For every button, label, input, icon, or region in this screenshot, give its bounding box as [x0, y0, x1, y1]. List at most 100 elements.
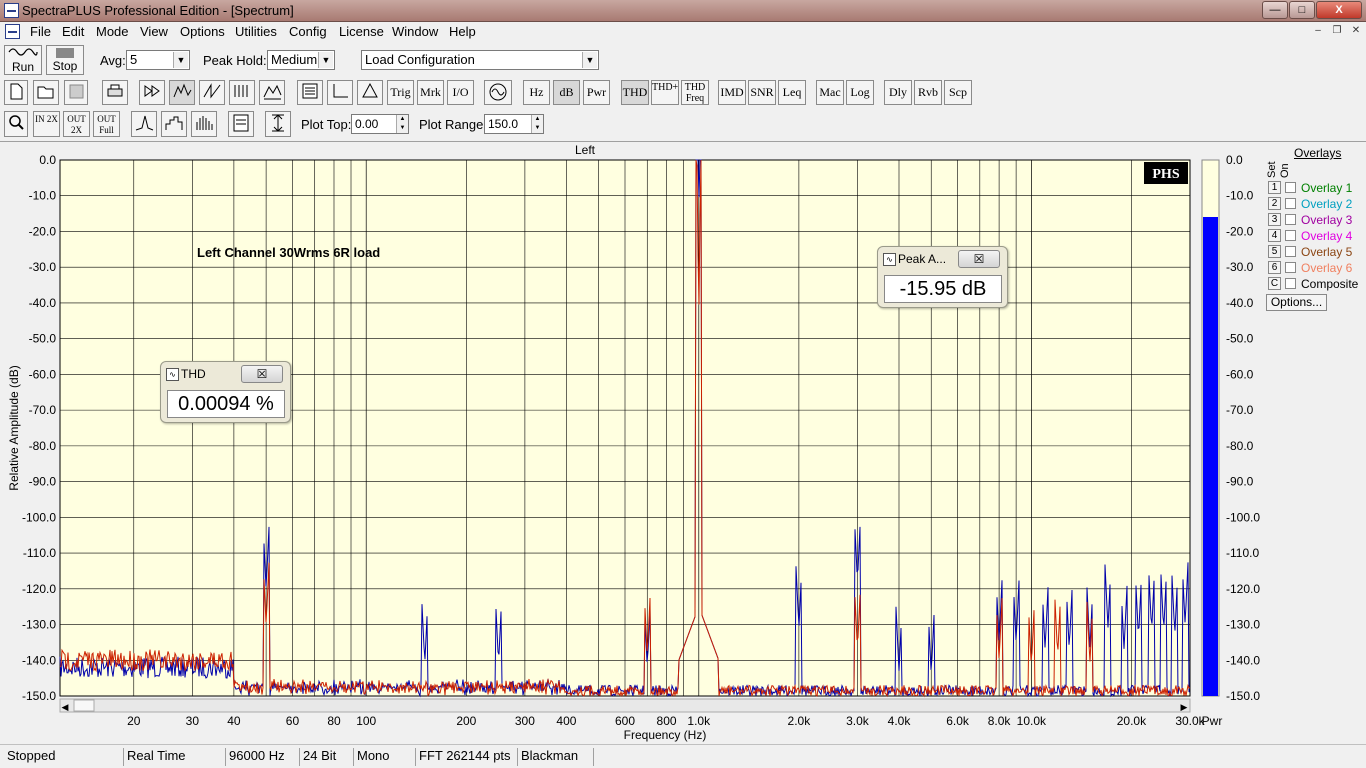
- minimize-button[interactable]: —: [1262, 1, 1288, 19]
- avg-select[interactable]: 5 ▼: [126, 50, 190, 70]
- imd-button[interactable]: IMD: [718, 80, 746, 105]
- overlay-checkbox[interactable]: [1285, 214, 1296, 225]
- thd-freq-button[interactable]: THD Freq: [681, 80, 709, 105]
- fast-forward-button[interactable]: [139, 80, 165, 105]
- trigger-button[interactable]: Trig: [387, 80, 414, 105]
- open-file-button[interactable]: [33, 80, 59, 105]
- autoscale-button[interactable]: [265, 111, 291, 137]
- stop-button[interactable]: Stop: [46, 45, 84, 75]
- step-plot-button[interactable]: [161, 111, 187, 137]
- overlay-label[interactable]: Overlay 3: [1301, 213, 1352, 227]
- zoom-button[interactable]: [4, 111, 28, 137]
- pwr-button[interactable]: Pwr: [583, 80, 610, 105]
- peak-hold-select[interactable]: Medium ▼: [267, 50, 335, 70]
- menu-window[interactable]: Window: [392, 24, 438, 39]
- overlay-label[interactable]: Composite: [1301, 277, 1358, 291]
- spin-up-icon[interactable]: ▲: [531, 115, 543, 124]
- peak-amplitude-meter-window[interactable]: ∿ Peak A... ☒ -15.95 dB: [877, 246, 1008, 308]
- x-tick-label: 20.0k: [1117, 714, 1147, 728]
- bar-plot-button[interactable]: [191, 111, 217, 137]
- mdi-close-button[interactable]: ✕: [1348, 25, 1364, 39]
- overlay-set-button[interactable]: C: [1268, 277, 1281, 290]
- menu-edit[interactable]: Edit: [62, 24, 84, 39]
- overlays-heading[interactable]: Overlays: [1294, 146, 1341, 160]
- configuration-select[interactable]: Load Configuration ▼: [361, 50, 599, 70]
- db-button[interactable]: dB: [553, 80, 580, 105]
- overlay-set-button[interactable]: 5: [1268, 245, 1281, 258]
- plot-range-input[interactable]: 150.0 ▲ ▼: [484, 114, 544, 134]
- overlay-options-button[interactable]: Options...: [1266, 294, 1327, 311]
- overlay-label[interactable]: Overlay 4: [1301, 229, 1352, 243]
- properties-button[interactable]: [228, 111, 254, 137]
- marker-text-button[interactable]: Mrk: [417, 80, 444, 105]
- mdi-doc-icon[interactable]: [5, 24, 20, 39]
- zoom-full-button[interactable]: OUT Full: [93, 111, 120, 137]
- overlay-label[interactable]: Overlay 1: [1301, 181, 1352, 195]
- menu-mode[interactable]: Mode: [96, 24, 129, 39]
- time-series-button[interactable]: [199, 80, 225, 105]
- 3d-plot-button[interactable]: [259, 80, 285, 105]
- log-button[interactable]: Log: [846, 80, 874, 105]
- overlay-checkbox[interactable]: [1285, 262, 1296, 273]
- line-plot-button[interactable]: [131, 111, 157, 137]
- overlay-label[interactable]: Overlay 5: [1301, 245, 1352, 259]
- horizontal-scrollbar[interactable]: [59, 698, 1191, 713]
- close-button[interactable]: X: [1316, 1, 1362, 19]
- overlay-set-button[interactable]: 1: [1268, 181, 1281, 194]
- generator-button[interactable]: [484, 80, 512, 105]
- zoom-out-2x-button[interactable]: OUT 2X: [63, 111, 90, 137]
- marker-button[interactable]: [357, 80, 383, 105]
- save-button[interactable]: [64, 80, 88, 105]
- mdi-restore-button[interactable]: ❐: [1329, 25, 1345, 39]
- thd-meter-close-button[interactable]: ☒: [241, 365, 283, 383]
- menu-options[interactable]: Options: [180, 24, 225, 39]
- new-file-button[interactable]: [4, 80, 28, 105]
- spin-down-icon[interactable]: ▼: [531, 124, 543, 133]
- maximize-button[interactable]: □: [1289, 1, 1315, 19]
- snr-button[interactable]: SNR: [748, 80, 776, 105]
- menu-config[interactable]: Config: [289, 24, 327, 39]
- macro-button[interactable]: Mac: [816, 80, 844, 105]
- spin-down-icon[interactable]: ▼: [396, 124, 408, 133]
- overlay-set-button[interactable]: 2: [1268, 197, 1281, 210]
- overlay-set-button[interactable]: 6: [1268, 261, 1281, 274]
- overlay-set-button[interactable]: 4: [1268, 229, 1281, 242]
- waterfall-button[interactable]: [229, 80, 255, 105]
- zoom-in-2x-button[interactable]: IN 2X: [33, 111, 60, 137]
- thd-meter-window[interactable]: ∿ THD ☒ 0.00094 %: [160, 361, 291, 423]
- spectrum-mode-button[interactable]: [169, 80, 195, 105]
- thd-button[interactable]: THD: [621, 80, 649, 105]
- overlay-checkbox[interactable]: [1285, 182, 1296, 193]
- scrollbar-thumb[interactable]: [73, 699, 95, 712]
- hz-button[interactable]: Hz: [523, 80, 550, 105]
- io-button[interactable]: I/O: [447, 80, 474, 105]
- run-button[interactable]: Run: [4, 45, 42, 75]
- overlay-set-button[interactable]: 3: [1268, 213, 1281, 226]
- x-tick-label: 10.0k: [1017, 714, 1047, 728]
- leq-button[interactable]: Leq: [778, 80, 806, 105]
- menu-license[interactable]: License: [339, 24, 384, 39]
- app-icon[interactable]: [4, 3, 19, 18]
- reverb-button[interactable]: Rvb: [914, 80, 942, 105]
- plot-top-input[interactable]: 0.00 ▲ ▼: [351, 114, 409, 134]
- print-button[interactable]: [102, 80, 128, 105]
- list-view-button[interactable]: [297, 80, 323, 105]
- menu-help[interactable]: Help: [449, 24, 476, 39]
- overlay-label[interactable]: Overlay 2: [1301, 197, 1352, 211]
- mdi-minimize-button[interactable]: –: [1310, 25, 1326, 39]
- overlay-checkbox[interactable]: [1285, 230, 1296, 241]
- delay-button[interactable]: Dly: [884, 80, 912, 105]
- overlay-checkbox[interactable]: [1285, 278, 1296, 289]
- axis-button[interactable]: [327, 80, 353, 105]
- thd-n-button[interactable]: THD+N: [651, 80, 679, 105]
- scope-button[interactable]: Scp: [944, 80, 972, 105]
- menu-view[interactable]: View: [140, 24, 168, 39]
- overlay-checkbox[interactable]: [1285, 246, 1296, 257]
- spectrum-chart[interactable]: 0.0 -10.0 -20.0 -30.0 -40.0 -50.0 -60.0 -70.0 -8…: [0, 142, 1366, 745]
- spin-up-icon[interactable]: ▲: [396, 115, 408, 124]
- menu-utilities[interactable]: Utilities: [235, 24, 277, 39]
- peak-meter-close-button[interactable]: ☒: [958, 250, 1000, 268]
- menu-file[interactable]: File: [30, 24, 51, 39]
- overlay-label[interactable]: Overlay 6: [1301, 261, 1352, 275]
- overlay-checkbox[interactable]: [1285, 198, 1296, 209]
